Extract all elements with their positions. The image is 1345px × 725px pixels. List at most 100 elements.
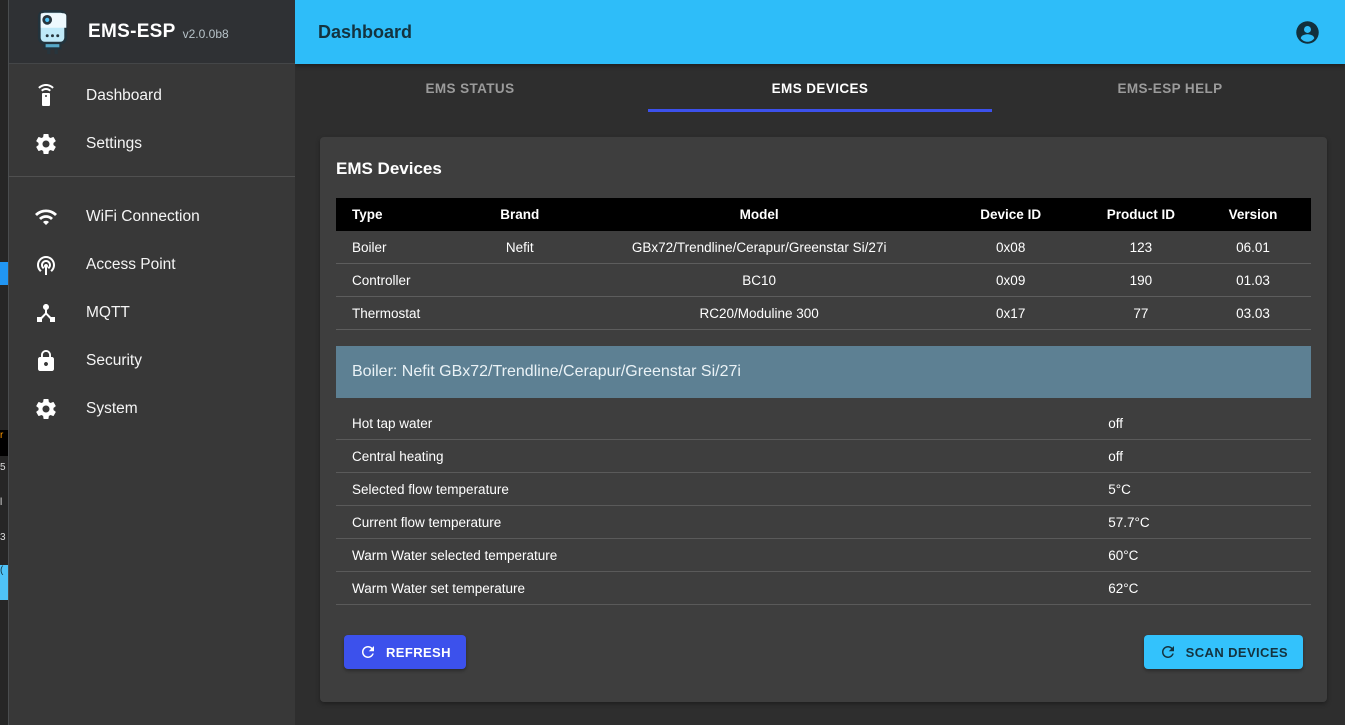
detail-label: Current flow temperature: [336, 515, 1108, 530]
refresh-button[interactable]: REFRESH: [344, 635, 466, 669]
sidebar-nav: Dashboard Settings WiFi Connection Acces: [9, 64, 295, 433]
sidebar-network-group: WiFi Connection Access Point MQTT Securi…: [9, 185, 295, 433]
detail-value: 57.7°C: [1108, 515, 1311, 530]
wifi-icon: [34, 205, 58, 229]
edge-fragment: 5: [0, 462, 8, 476]
device-version: 06.01: [1195, 240, 1311, 255]
device-product-id: 77: [1087, 306, 1195, 321]
device-row[interactable]: Boiler Nefit GBx72/Trendline/Cerapur/Gre…: [336, 231, 1311, 264]
app-header: Dashboard: [295, 0, 1345, 64]
devices-table: Type Brand Model Device ID Product ID Ve…: [336, 198, 1311, 330]
refresh-icon: [359, 643, 377, 661]
tab[interactable]: EMS STATUS: [295, 64, 645, 112]
account-circle-icon[interactable]: [1294, 19, 1321, 46]
sidebar-item[interactable]: Settings: [9, 120, 295, 168]
tab-label: EMS-ESP HELP: [1117, 81, 1222, 96]
detail-label: Warm Water set temperature: [336, 581, 1108, 596]
sidebar-item[interactable]: WiFi Connection: [9, 193, 295, 241]
column-header-device-id: Device ID: [935, 207, 1087, 222]
detail-label: Central heating: [336, 449, 1108, 464]
device-row[interactable]: Thermostat RC20/Moduline 300 0x17 77 03.…: [336, 297, 1311, 330]
wifi-tethering-icon: [34, 253, 58, 277]
device-row[interactable]: Controller BC10 0x09 190 01.03: [336, 264, 1311, 297]
device-type: Controller: [336, 273, 456, 288]
app-name: EMS-ESP: [88, 21, 176, 43]
detail-row: Central heating off: [336, 440, 1311, 473]
lock-icon: [34, 349, 58, 373]
ems-devices-card: EMS Devices Type Brand Model Device ID P…: [320, 137, 1327, 702]
sidebar-item-label: System: [86, 400, 138, 418]
detail-value: off: [1108, 449, 1311, 464]
detail-row: Warm Water selected temperature 60°C: [336, 539, 1311, 572]
column-header-version: Version: [1195, 207, 1311, 222]
sidebar-item[interactable]: MQTT: [9, 289, 295, 337]
detail-value: off: [1108, 416, 1311, 431]
gear-icon: [34, 132, 58, 156]
settings-remote-icon: [34, 84, 58, 108]
selected-device-banner-text: Boiler: Nefit GBx72/Trendline/Cerapur/Gr…: [352, 363, 741, 381]
page-edge-underlay: r 5 l 3 (: [0, 0, 8, 725]
device-id: 0x08: [935, 240, 1087, 255]
tab-bar: EMS STATUS EMS DEVICES EMS-ESP HELP: [295, 64, 1345, 112]
device-model: GBx72/Trendline/Cerapur/Greenstar Si/27i: [584, 240, 935, 255]
devices-table-header: Type Brand Model Device ID Product ID Ve…: [336, 198, 1311, 231]
edge-fragment: l: [0, 497, 8, 511]
devices-table-body: Boiler Nefit GBx72/Trendline/Cerapur/Gre…: [336, 231, 1311, 330]
main-content: EMS STATUS EMS DEVICES EMS-ESP HELP EMS …: [295, 64, 1345, 725]
tab-label: EMS STATUS: [425, 81, 514, 96]
edge-fragment: r: [0, 430, 8, 456]
sidebar-main-group: Dashboard Settings: [9, 64, 295, 168]
device-brand: Nefit: [456, 240, 584, 255]
device-version: 03.03: [1195, 306, 1311, 321]
gear-icon: [34, 397, 58, 421]
sidebar-item-label: Access Point: [86, 256, 176, 274]
refresh-icon: [1159, 643, 1177, 661]
page-title: Dashboard: [318, 22, 1294, 43]
edge-fragment: [0, 262, 8, 285]
tab[interactable]: EMS-ESP HELP: [995, 64, 1345, 112]
device-model: RC20/Moduline 300: [584, 306, 935, 321]
sidebar-item[interactable]: Dashboard: [9, 72, 295, 120]
detail-value: 60°C: [1108, 548, 1311, 563]
detail-label: Warm Water selected temperature: [336, 548, 1108, 563]
detail-row: Hot tap water off: [336, 407, 1311, 440]
column-header-brand: Brand: [456, 207, 584, 222]
scan-devices-button-label: SCAN DEVICES: [1186, 645, 1288, 660]
edge-fragment: (: [0, 565, 8, 600]
app-logo-area: EMS-ESP v2.0.0b8: [9, 0, 295, 64]
device-id: 0x09: [935, 273, 1087, 288]
app-version: v2.0.0b8: [183, 23, 229, 41]
device-type: Boiler: [336, 240, 456, 255]
selected-device-banner: Boiler: Nefit GBx72/Trendline/Cerapur/Gr…: [336, 346, 1311, 398]
detail-value: 62°C: [1108, 581, 1311, 596]
boiler-logo-icon: [34, 8, 72, 56]
sidebar-item-label: Security: [86, 352, 142, 370]
sidebar-item[interactable]: Security: [9, 337, 295, 385]
device-id: 0x17: [935, 306, 1087, 321]
detail-row: Current flow temperature 57.7°C: [336, 506, 1311, 539]
device-product-id: 190: [1087, 273, 1195, 288]
device-type: Thermostat: [336, 306, 456, 321]
sidebar-item-label: Dashboard: [86, 87, 162, 105]
sidebar-item[interactable]: System: [9, 385, 295, 433]
scan-devices-button[interactable]: SCAN DEVICES: [1144, 635, 1303, 669]
edge-fragment: 3: [0, 532, 8, 546]
sidebar-item[interactable]: Access Point: [9, 241, 295, 289]
sidebar-item-label: MQTT: [86, 304, 130, 322]
tab[interactable]: EMS DEVICES: [645, 64, 995, 112]
device-hub-icon: [34, 301, 58, 325]
column-header-product-id: Product ID: [1087, 207, 1195, 222]
detail-row: Selected flow temperature 5°C: [336, 473, 1311, 506]
device-version: 01.03: [1195, 273, 1311, 288]
sidebar-item-label: WiFi Connection: [86, 208, 200, 226]
tab-label: EMS DEVICES: [772, 81, 869, 96]
card-actions: REFRESH SCAN DEVICES: [336, 635, 1311, 669]
sidebar-item-label: Settings: [86, 135, 142, 153]
detail-label: Hot tap water: [336, 416, 1108, 431]
sidebar: EMS-ESP v2.0.0b8 Dashboard Settings: [8, 0, 295, 725]
detail-row: Warm Water set temperature 62°C: [336, 572, 1311, 605]
device-model: BC10: [584, 273, 935, 288]
card-title: EMS Devices: [336, 151, 1311, 198]
refresh-button-label: REFRESH: [386, 645, 451, 660]
sidebar-divider: [9, 176, 295, 177]
